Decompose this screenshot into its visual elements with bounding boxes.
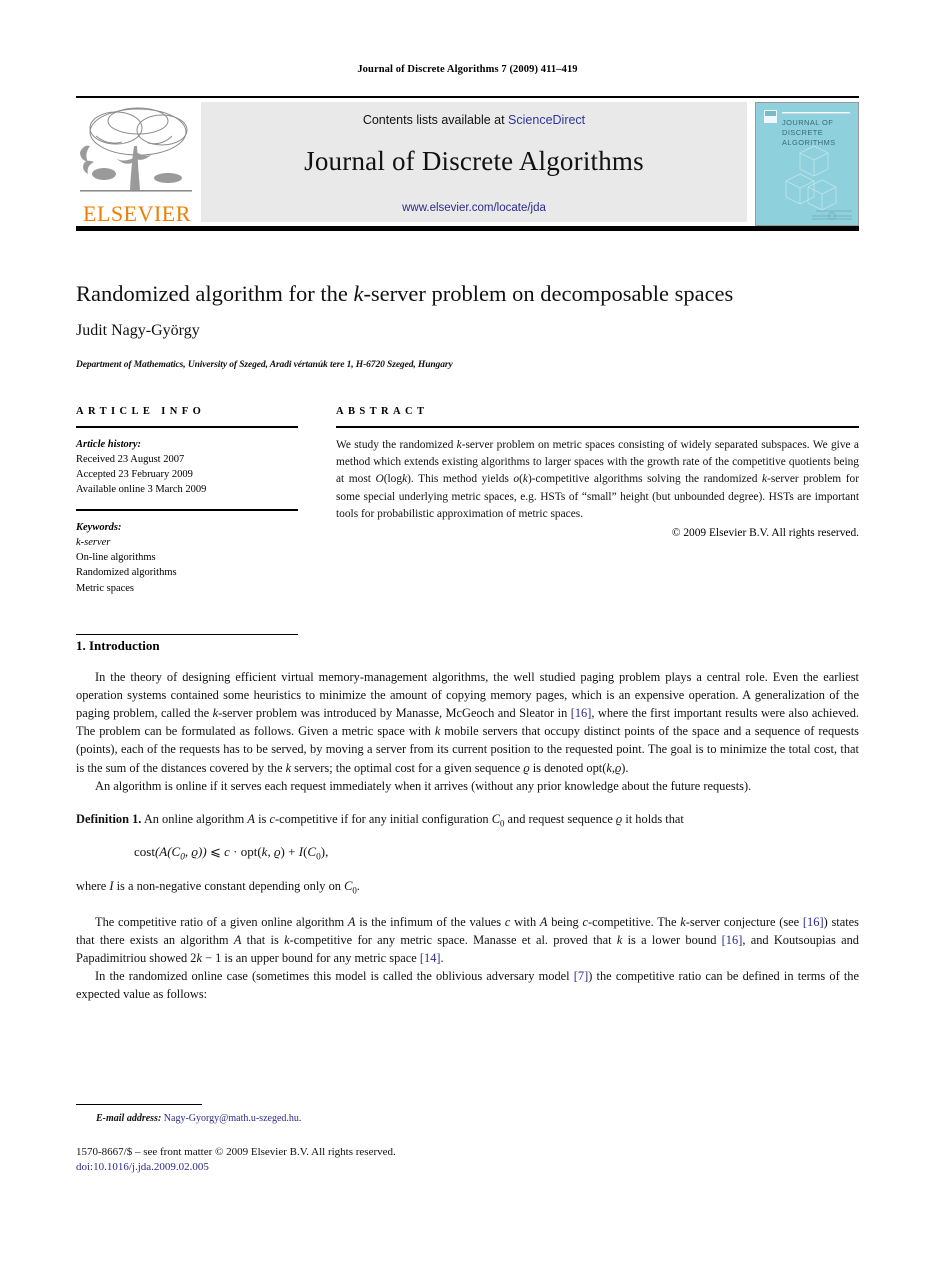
- history-available-online: Available online 3 March 2009: [76, 484, 207, 496]
- title-symbol-k: k: [353, 281, 364, 306]
- article-info-heading: ARTICLE INFO: [76, 406, 206, 417]
- section-heading-introduction: 1. Introduction: [76, 638, 160, 653]
- abstract-column: ABSTRACT We study the randomized k-serve…: [336, 406, 859, 539]
- citation-7[interactable]: [7]: [574, 969, 588, 983]
- p3-seg: -competitive. The: [588, 914, 681, 929]
- p1-seg: servers; the optimal cost for a given se…: [291, 760, 524, 775]
- abs-seg: (log: [383, 473, 403, 486]
- abstract-text: We study the randomized k-server problem…: [336, 437, 859, 524]
- article-history-label: Article history:: [76, 438, 142, 450]
- keyword-item: k-server: [76, 536, 111, 548]
- equation-1: cost(A(C0, ϱ)) ⩽ c · opt(k, ϱ) + I(C0),: [134, 844, 329, 863]
- citation-14[interactable]: [14]: [420, 951, 441, 965]
- citation-16[interactable]: [16]: [571, 706, 592, 720]
- keywords-label: Keywords:: [76, 521, 122, 533]
- cover-artwork: JOURNAL OF DISCRETE ALGORITHMS: [756, 103, 858, 225]
- p3-seg: with: [510, 914, 540, 929]
- abstract-copyright: © 2009 Elsevier B.V. All rights reserved…: [671, 527, 859, 540]
- contents-available-line: Contents lists available at ScienceDirec…: [201, 113, 747, 127]
- p3-seg: The competitive ratio of a given online …: [95, 914, 348, 929]
- p3-seg: − 1 is an upper bound for any metric spa…: [201, 951, 420, 966]
- paper-page: Journal of Discrete Algorithms 7 (2009) …: [0, 0, 935, 1266]
- def-sym-A: A: [247, 811, 255, 826]
- p1-seg: is denoted opt(: [529, 760, 607, 775]
- masthead-bottom-rule: [76, 226, 859, 231]
- keywords-divider-rule: [76, 509, 298, 511]
- svg-text:DISCRETE: DISCRETE: [782, 128, 823, 137]
- article-info-rule: [76, 426, 298, 428]
- def-sym-C0: C: [491, 811, 500, 826]
- elsevier-logo: ELSEVIER: [76, 102, 196, 227]
- contents-prefix: Contents lists available at: [362, 113, 509, 127]
- def-seg: it holds that: [622, 811, 684, 826]
- elsevier-tree-icon: [80, 107, 192, 192]
- journal-title: Journal of Discrete Algorithms: [304, 146, 644, 176]
- article-info-column: ARTICLE INFO Article history: Received 2…: [76, 406, 298, 635]
- paragraph-2: An algorithm is online if it serves each…: [95, 778, 752, 793]
- p3-seg: -server conjecture (see: [685, 914, 803, 929]
- p3-seg: .: [440, 951, 444, 966]
- svg-text:ALGORITHMS: ALGORITHMS: [782, 138, 836, 147]
- definition-label: Definition 1.: [76, 811, 142, 826]
- p3-seg: being: [547, 914, 583, 929]
- body-text: In the theory of designing efficient vir…: [76, 668, 859, 1004]
- abstract-rule: [336, 426, 859, 428]
- abs-seg: ). This method yields: [407, 473, 514, 486]
- article-info-bottom-rule: [76, 633, 298, 635]
- abstract-heading: ABSTRACT: [336, 406, 429, 417]
- contents-box: Contents lists available at ScienceDirec…: [201, 102, 747, 222]
- author-name: Judit Nagy-György: [76, 322, 200, 339]
- equation-note: where I is a non-negative constant depen…: [76, 877, 859, 897]
- abs-seg: We study the randomized: [336, 438, 457, 451]
- citation-16[interactable]: [16]: [722, 933, 743, 947]
- footer-doi-link[interactable]: doi:10.1016/j.jda.2009.02.005: [76, 1161, 209, 1173]
- keyword-item: Randomized algorithms: [76, 567, 177, 579]
- where-seg: is a non-negative constant depending onl…: [113, 878, 345, 893]
- p3-seg: that is: [241, 933, 285, 948]
- page-title: Randomized algorithm for the k-server pr…: [76, 280, 866, 307]
- p3-seg: is a lower bound: [622, 933, 722, 948]
- email-suffix: .: [298, 1113, 302, 1124]
- p1-seg: -server problem was introduced by Manass…: [218, 706, 571, 721]
- citation-16[interactable]: [16]: [803, 915, 824, 929]
- p1-seg: ).: [621, 760, 629, 775]
- where-seg: .: [356, 878, 360, 893]
- p4-seg: In the randomized online case (sometimes…: [95, 969, 574, 984]
- article-history-block: Article history: Received 23 August 2007…: [76, 437, 298, 498]
- journal-masthead: ELSEVIER Contents lists available at Sci…: [76, 96, 859, 231]
- history-received: Received 23 August 2007: [76, 453, 185, 465]
- p3-seg: is the infimum of the values: [355, 914, 505, 929]
- author-affiliation: Department of Mathematics, University of…: [76, 360, 453, 370]
- journal-homepage-url[interactable]: www.elsevier.com/locate/jda: [201, 202, 747, 214]
- history-accepted: Accepted 23 February 2009: [76, 469, 193, 481]
- svg-text:JOURNAL OF: JOURNAL OF: [782, 118, 833, 127]
- email-address-link[interactable]: Nagy-Gyorgy@math.u-szeged.hu: [164, 1113, 299, 1124]
- footer-issn-line: 1570-8667/$ – see front matter © 2009 El…: [76, 1146, 396, 1158]
- title-part-2: -server problem on decomposable spaces: [363, 281, 734, 306]
- keywords-block: Keywords: k-server On-line algorithms Ra…: [76, 520, 298, 596]
- footnote-rule: [76, 1104, 202, 1106]
- def-seg: An online algorithm: [141, 811, 248, 826]
- masthead-top-rule: [76, 96, 859, 98]
- keyword-item: Metric spaces: [76, 582, 135, 594]
- definition-1: Definition 1. An online algorithm A is c…: [76, 810, 859, 830]
- email-label: E-mail address:: [96, 1113, 162, 1124]
- title-part-1: Randomized algorithm for the: [76, 281, 354, 306]
- abs-seg: )-competitive algorithms solving the ran…: [527, 473, 762, 486]
- sciencedirect-link[interactable]: ScienceDirect: [508, 113, 585, 127]
- where-seg: where: [76, 878, 110, 893]
- journal-cover-thumbnail: JOURNAL OF DISCRETE ALGORITHMS: [755, 102, 859, 226]
- elsevier-wordmark: ELSEVIER: [83, 201, 191, 226]
- paragraph-3: The competitive ratio of a given online …: [76, 913, 859, 967]
- paragraph-1: In the theory of designing efficient vir…: [76, 668, 859, 777]
- running-head: Journal of Discrete Algorithms 7 (2009) …: [357, 64, 578, 75]
- def-seg: -competitive if for any initial configur…: [274, 811, 492, 826]
- paragraph-4: In the randomized online case (sometimes…: [76, 967, 859, 1003]
- abs-sym-O: O: [375, 473, 384, 486]
- keyword-item: On-line algorithms: [76, 552, 156, 564]
- def-seg: and request sequence: [504, 811, 616, 826]
- footnote-email: E-mail address: Nagy-Gyorgy@math.u-szege…: [96, 1113, 301, 1124]
- def-seg: is: [254, 811, 270, 826]
- p3-seg: -competitive for any metric space. Manas…: [289, 933, 617, 948]
